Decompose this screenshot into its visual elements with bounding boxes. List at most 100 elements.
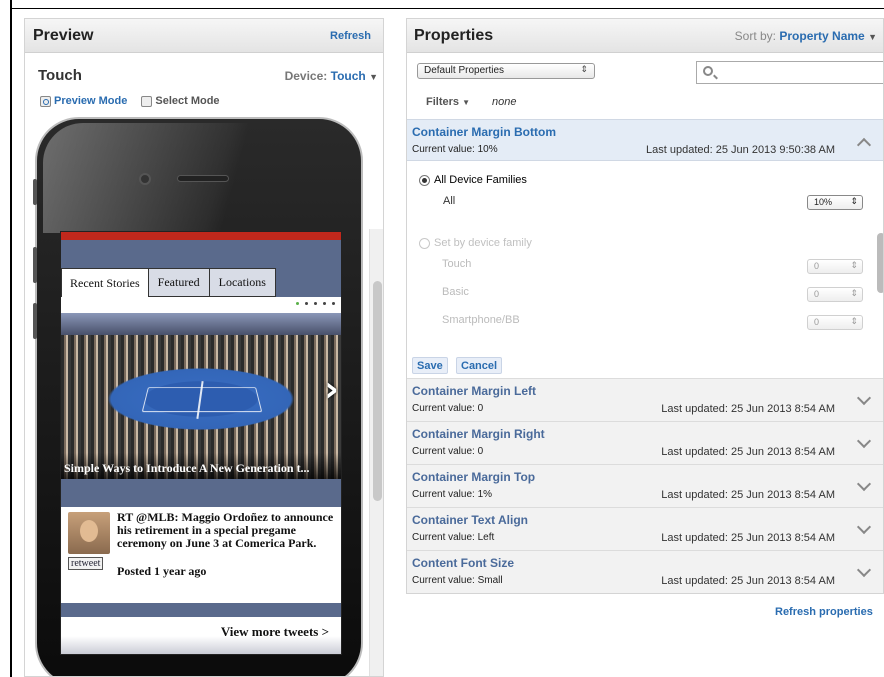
page: Preview Refresh Touch Device: Touch ▼ Pr…	[0, 0, 884, 677]
tab-recent-stories[interactable]: Recent Stories	[61, 268, 149, 297]
stepper-value: 0	[814, 289, 820, 299]
phone-screen: Recent Stories Featured Locations › Simp…	[60, 231, 342, 655]
property-name: Container Margin Bottom	[412, 125, 556, 139]
carousel-dot[interactable]	[323, 302, 326, 305]
carousel-dot[interactable]	[314, 302, 317, 305]
save-button[interactable]: Save	[412, 357, 448, 374]
property-last-updated: Last updated: 25 Jun 2013 8:54 AM	[661, 575, 835, 587]
chevron-down-icon[interactable]	[856, 562, 872, 578]
stepper-value: 0	[814, 261, 820, 271]
app-header-bar	[61, 232, 341, 240]
sort-selector[interactable]: Sort by: Property Name ▼	[735, 29, 877, 43]
avatar	[68, 512, 110, 554]
select-mode-button[interactable]: Select Mode	[141, 95, 220, 107]
chevron-down-icon[interactable]	[856, 390, 872, 406]
all-label: All	[443, 195, 456, 207]
property-current-value: Current value: 0	[412, 403, 484, 414]
property-row[interactable]: Container Text Align Current value: Left…	[407, 507, 883, 550]
properties-scroll-thumb[interactable]	[877, 233, 883, 293]
property-row[interactable]: Content Font Size Current value: Small L…	[407, 550, 883, 593]
tweet-time: Posted 1 year ago	[117, 564, 207, 578]
filters-value: none	[492, 96, 517, 108]
chevron-right-icon[interactable]: ›	[324, 369, 339, 410]
retweet-button[interactable]: retweet	[68, 557, 104, 570]
carousel-dots	[296, 302, 335, 305]
property-name: Container Margin Left	[412, 384, 537, 398]
phone-frame: Recent Stories Featured Locations › Simp…	[33, 117, 363, 676]
radio-all-device-families[interactable]: All Device Families	[419, 174, 527, 186]
property-name: Container Margin Right	[412, 427, 545, 441]
family-label-basic: Basic	[442, 286, 469, 298]
select-mode-icon	[141, 95, 153, 107]
family-stepper-basic[interactable]: 0 ⇕	[807, 287, 863, 302]
device-label: Device:	[284, 68, 328, 83]
property-row-expanded[interactable]: Container Margin Bottom Current value: 1…	[407, 119, 883, 161]
property-editor: All Device Families All 10% ⇕ Set by dev…	[407, 162, 883, 378]
preview-mode-button[interactable]: Preview Mode	[40, 95, 127, 107]
select-mode-label: Select Mode	[155, 95, 220, 107]
tweet-card: retweet RT @MLB: Maggio Ordoñez to annou…	[61, 507, 341, 603]
filters-dropdown[interactable]: Filters ▼	[426, 96, 470, 108]
property-name: Content Font Size	[412, 556, 514, 570]
radio-set-by-device-family[interactable]: Set by device family	[419, 237, 532, 249]
search-icon	[703, 66, 713, 76]
property-current-value: Current value: 0	[412, 446, 484, 457]
family-stepper-touch[interactable]: 0 ⇕	[807, 259, 863, 274]
property-set-value: Default Properties	[424, 65, 505, 76]
property-row[interactable]: Container Margin Top Current value: 1% L…	[407, 464, 883, 507]
refresh-link[interactable]: Refresh	[330, 30, 371, 42]
preview-scroll-thumb[interactable]	[373, 281, 382, 501]
carousel-dot[interactable]	[296, 302, 299, 305]
stadium-roof	[61, 313, 341, 335]
stepper-arrows-icon: ⇕	[850, 288, 858, 298]
tweet-text: RT @MLB: Maggio Ordoñez to announce his …	[117, 510, 334, 550]
chevron-down-icon: ▼	[868, 31, 877, 42]
carousel-dot[interactable]	[332, 302, 335, 305]
select-arrows-icon: ⇕	[580, 64, 588, 74]
tab-featured[interactable]: Featured	[148, 268, 210, 297]
all-value-stepper[interactable]: 10% ⇕	[807, 195, 863, 210]
search-input[interactable]	[696, 61, 883, 84]
filters-row: Filters ▼ none	[426, 96, 516, 108]
preview-panel: Preview Refresh Touch Device: Touch ▼ Pr…	[24, 18, 384, 677]
property-last-updated: Last updated: 25 Jun 2013 8:54 AM	[661, 403, 835, 415]
story-caption[interactable]: Simple Ways to Introduce A New Generatio…	[61, 453, 341, 479]
property-row[interactable]: Container Margin Left Current value: 0 L…	[407, 378, 883, 421]
property-name: Container Margin Top	[412, 470, 536, 484]
properties-title: Properties	[414, 26, 494, 44]
device-selector[interactable]: Device: Touch ▼	[285, 69, 378, 83]
property-current-value: Current value: 1%	[412, 489, 493, 500]
preview-mode-label: Preview Mode	[54, 95, 128, 107]
chevron-down-icon[interactable]	[856, 519, 872, 535]
property-set-select[interactable]: Default Properties ⇕	[417, 63, 595, 79]
property-last-updated: Last updated: 25 Jun 2013 8:54 AM	[661, 489, 835, 501]
tab-locations[interactable]: Locations	[209, 268, 276, 297]
cancel-button[interactable]: Cancel	[456, 357, 503, 374]
stepper-arrows-icon: ⇕	[850, 316, 858, 326]
preview-header: Preview Refresh	[25, 19, 383, 53]
chevron-up-icon[interactable]	[856, 137, 872, 153]
property-name: Container Text Align	[412, 513, 529, 527]
sort-label: Sort by:	[734, 28, 777, 43]
view-more-link[interactable]: View more tweets >	[221, 624, 329, 640]
stepper-value: 0	[814, 317, 820, 327]
phone-side-button	[33, 247, 37, 283]
preview-scrollbar[interactable]	[369, 229, 383, 676]
magnifier-icon	[40, 95, 51, 107]
phone-side-button	[33, 303, 37, 339]
property-last-updated: Last updated: 25 Jun 2013 8:54 AM	[661, 446, 835, 458]
radio-label: All Device Families	[434, 174, 527, 186]
carousel-dot[interactable]	[305, 302, 308, 305]
tab-strip	[61, 297, 341, 313]
property-current-value: Current value: 10%	[412, 144, 498, 155]
filters-label: Filters	[426, 96, 460, 108]
story-tabs: Recent Stories Featured Locations	[61, 268, 276, 297]
family-stepper-smartphone[interactable]: 0 ⇕	[807, 315, 863, 330]
chevron-down-icon[interactable]	[856, 476, 872, 492]
family-label-touch: Touch	[442, 258, 472, 270]
device-value: Touch	[330, 68, 366, 83]
refresh-properties-link[interactable]: Refresh properties	[775, 606, 873, 618]
chevron-down-icon[interactable]	[856, 433, 872, 449]
property-row[interactable]: Container Margin Right Current value: 0 …	[407, 421, 883, 464]
phone-side-button	[33, 179, 37, 205]
